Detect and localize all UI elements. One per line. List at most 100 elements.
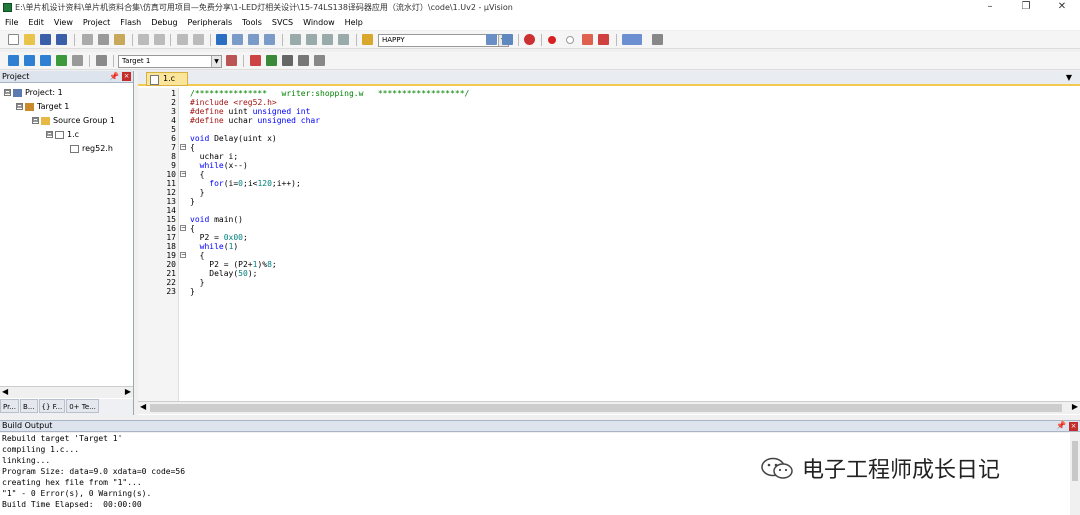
minimize-button[interactable]: – — [972, 0, 1008, 14]
fold-toggle[interactable]: − — [180, 171, 186, 177]
chevron-down-icon[interactable]: ▼ — [211, 56, 221, 67]
tree-item-source-group[interactable]: ⊟ Source Group 1 — [32, 116, 115, 125]
restore-button[interactable]: ❐ — [1008, 0, 1044, 14]
debug-session-icon[interactable] — [524, 34, 535, 45]
menu-help[interactable]: Help — [340, 18, 368, 27]
code-line: #define uchar unsigned char — [190, 116, 469, 125]
menu-view[interactable]: View — [49, 18, 78, 27]
tab-books[interactable]: B... — [20, 399, 38, 413]
tree-expander[interactable]: ⊟ — [32, 117, 39, 124]
disable-breakpoints-icon[interactable] — [582, 34, 593, 45]
tree-item-file-c[interactable]: ⊟ 1.c — [46, 130, 79, 139]
scroll-thumb[interactable] — [1072, 441, 1078, 481]
scroll-right-icon[interactable]: ▶ — [125, 387, 131, 396]
menu-peripherals[interactable]: Peripherals — [183, 18, 238, 27]
unindent-icon[interactable] — [306, 34, 317, 45]
close-pane-icon[interactable]: × — [1069, 422, 1078, 431]
scroll-right-icon[interactable]: ▶ — [1072, 402, 1078, 411]
select-packs-icon[interactable] — [282, 55, 293, 66]
manage-components-icon[interactable] — [266, 55, 277, 66]
bookmark-icon[interactable] — [216, 34, 227, 45]
cut-icon[interactable] — [82, 34, 93, 45]
tab-functions[interactable]: {} F... — [38, 399, 66, 413]
scroll-left-icon[interactable]: ◀ — [140, 402, 146, 411]
save-icon[interactable] — [40, 34, 51, 45]
nav-back-icon[interactable] — [177, 34, 188, 45]
copy-icon[interactable] — [98, 34, 109, 45]
editor-hscrollbar[interactable]: ◀ ▶ — [138, 401, 1080, 414]
tree-expander[interactable]: ⊟ — [46, 131, 53, 138]
indent-icon[interactable] — [290, 34, 301, 45]
fold-toggle[interactable]: − — [180, 225, 186, 231]
tree-expander[interactable]: ⊟ — [16, 103, 23, 110]
undo-icon[interactable] — [138, 34, 149, 45]
incremental-find-icon[interactable] — [502, 34, 513, 45]
open-folder-icon[interactable] — [24, 34, 35, 45]
pin-icon[interactable]: 📌 — [1056, 421, 1066, 431]
fold-toggle[interactable]: − — [180, 144, 186, 150]
tree-expander[interactable]: ⊟ — [4, 89, 11, 96]
build-icon[interactable] — [24, 55, 35, 66]
scroll-thumb[interactable] — [150, 404, 1062, 412]
menu-window[interactable]: Window — [298, 18, 340, 27]
nav-forward-icon[interactable] — [193, 34, 204, 45]
menu-debug[interactable]: Debug — [146, 18, 182, 27]
close-window-button[interactable]: ✕ — [1044, 0, 1080, 14]
project-hscrollbar[interactable]: ◀ ▶ — [0, 386, 133, 398]
line-number: 9 — [171, 161, 176, 170]
window-layout-icon[interactable] — [622, 34, 642, 45]
line-number: 13 — [166, 197, 176, 206]
scroll-left-icon[interactable]: ◀ — [2, 387, 8, 396]
rte-icon[interactable] — [314, 55, 325, 66]
tabs-dropdown-icon[interactable]: ▼ — [1066, 73, 1072, 82]
save-all-icon[interactable] — [56, 34, 67, 45]
menu-tools[interactable]: Tools — [237, 18, 267, 27]
close-pane-icon[interactable]: × — [122, 72, 131, 81]
configure-icon[interactable] — [652, 34, 663, 45]
translate-icon[interactable] — [8, 55, 19, 66]
redo-icon[interactable] — [154, 34, 165, 45]
paste-icon[interactable] — [114, 34, 125, 45]
menu-svcs[interactable]: SVCS — [267, 18, 298, 27]
manage-project-items-icon[interactable] — [250, 55, 261, 66]
find-in-files-icon[interactable] — [362, 34, 373, 45]
code-token: <reg52.h> — [233, 98, 277, 107]
fold-toggle[interactable]: − — [180, 252, 186, 258]
prev-bookmark-icon[interactable] — [232, 34, 243, 45]
find-icon[interactable] — [486, 34, 497, 45]
menu-project[interactable]: Project — [78, 18, 115, 27]
tree-item-target[interactable]: ⊟ Target 1 — [16, 102, 69, 111]
enable-breakpoint-icon[interactable] — [566, 36, 574, 44]
uncomment-icon[interactable] — [338, 34, 349, 45]
target-combo[interactable]: Target 1 ▼ — [118, 55, 222, 68]
code-line: for(i=0;i<120;i++); — [190, 179, 469, 188]
tree-item-project[interactable]: ⊟ Project: 1 — [4, 88, 63, 97]
code-line: { — [190, 224, 469, 233]
kill-breakpoints-icon[interactable] — [598, 34, 609, 45]
menu-flash[interactable]: Flash — [115, 18, 146, 27]
pin-icon[interactable]: 📌 — [109, 71, 119, 83]
target-options-icon[interactable] — [226, 55, 237, 66]
batch-build-icon[interactable] — [56, 55, 67, 66]
comment-icon[interactable] — [322, 34, 333, 45]
new-file-icon[interactable] — [8, 34, 19, 45]
tree-item-file-h[interactable]: reg52.h — [70, 144, 113, 153]
menu-edit[interactable]: Edit — [23, 18, 49, 27]
pack-installer-icon[interactable] — [298, 55, 309, 66]
download-icon[interactable] — [96, 55, 107, 66]
menu-file[interactable]: File — [0, 18, 23, 27]
rebuild-icon[interactable] — [40, 55, 51, 66]
tab-1c[interactable]: 1.c — [146, 72, 188, 86]
watermark: 电子工程师成长日记 — [760, 452, 1000, 484]
insert-breakpoint-icon[interactable] — [548, 36, 556, 44]
next-bookmark-icon[interactable] — [248, 34, 259, 45]
output-vscrollbar[interactable] — [1070, 433, 1080, 515]
file-icon — [55, 130, 64, 139]
tab-templates[interactable]: 0+ Te... — [66, 399, 99, 413]
code-area[interactable]: /*************** writer:shopping.w *****… — [190, 89, 469, 296]
stop-build-icon[interactable] — [72, 55, 83, 66]
file-toolbar: HAPPY ▼ — [0, 31, 1080, 49]
code-token: } — [190, 278, 205, 287]
clear-bookmarks-icon[interactable] — [264, 34, 275, 45]
tab-project[interactable]: Pr... — [0, 399, 20, 413]
